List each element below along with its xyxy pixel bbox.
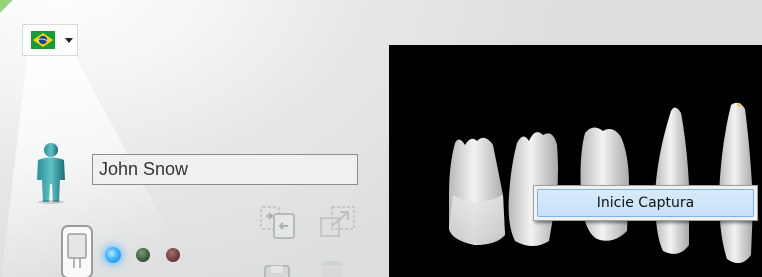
teeth-image [449, 102, 753, 264]
sensor-device-icon[interactable] [58, 222, 100, 277]
corner-accent [0, 0, 14, 14]
brazil-flag-icon [31, 31, 55, 49]
image-viewer[interactable] [389, 45, 762, 277]
save-icon[interactable] [262, 260, 292, 277]
patient-name-field[interactable]: John Snow [92, 154, 358, 185]
language-selector[interactable] [22, 24, 78, 56]
expand-icon[interactable] [318, 204, 358, 240]
context-menu: Inicie Captura [533, 185, 758, 221]
status-light-green [136, 248, 150, 262]
status-light-red [166, 248, 180, 262]
user-icon [37, 143, 65, 204]
database-icon[interactable] [318, 258, 346, 277]
swap-images-icon[interactable] [258, 204, 298, 240]
app-window: John Snow Inicie Captura [0, 0, 762, 277]
status-light-blue [105, 247, 121, 263]
start-capture-menu-item[interactable]: Inicie Captura [537, 189, 754, 217]
chevron-down-icon [65, 37, 73, 43]
